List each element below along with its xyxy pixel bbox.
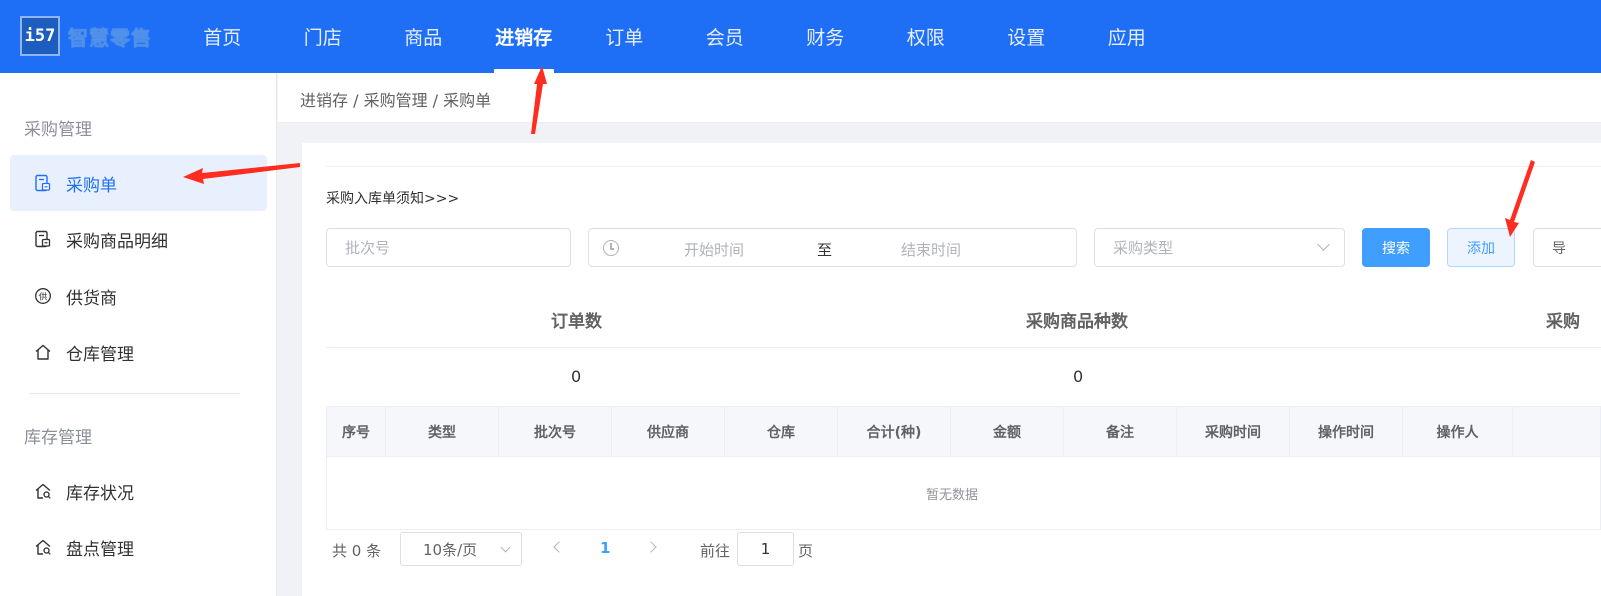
- sidebar-item-label: 仓库管理: [66, 344, 134, 365]
- sidebar-item-label: 供货商: [66, 288, 117, 309]
- prev-page-icon[interactable]: [553, 541, 565, 553]
- column-header: 操作人: [1403, 407, 1513, 457]
- nav-item-stores[interactable]: 门店: [273, 0, 374, 73]
- pagination-total: 共 0 条: [332, 542, 382, 560]
- sidebar-item-purchase-detail[interactable]: 采购商品明细: [10, 211, 267, 267]
- end-date-input[interactable]: 结束时间: [901, 239, 961, 260]
- supplier-icon: 供: [34, 287, 52, 305]
- column-header: 供应商: [612, 407, 725, 457]
- breadcrumb-bar: 进销存 / 采购管理 / 采购单: [278, 73, 1601, 123]
- divider: [326, 166, 1601, 167]
- sidebar-item-supplier[interactable]: 供 供货商: [10, 268, 267, 324]
- chevron-down-icon: [500, 542, 511, 553]
- column-header: 类型: [386, 407, 499, 457]
- nav-item-finance[interactable]: 财务: [775, 0, 876, 73]
- date-range-separator: 至: [817, 241, 833, 259]
- column-header: 仓库: [725, 407, 838, 457]
- nav-item-settings[interactable]: 设置: [976, 0, 1077, 73]
- date-range-picker[interactable]: 开始时间 至 结束时间: [588, 228, 1077, 267]
- home-search-icon: [34, 482, 52, 500]
- goto-page-input[interactable]: 1: [737, 532, 794, 566]
- brand-name: 智慧零售: [68, 25, 152, 50]
- page-size-select[interactable]: 10条/页: [400, 532, 522, 566]
- sidebar-item-purchase-order[interactable]: 采购单: [10, 155, 267, 211]
- column-header: 序号: [327, 407, 386, 457]
- next-page-icon[interactable]: [645, 541, 657, 553]
- column-header: 批次号: [499, 407, 612, 457]
- sidebar-item-stocktaking[interactable]: 盘点管理: [10, 519, 267, 575]
- document-icon: [34, 174, 52, 192]
- column-header: 操作时间: [1290, 407, 1403, 457]
- home-search-icon: [34, 538, 52, 556]
- breadcrumb[interactable]: 进销存 / 采购管理 / 采购单: [300, 87, 491, 111]
- column-header: 采购时间: [1177, 407, 1290, 457]
- goto-label: 前往: [700, 542, 731, 560]
- page-number[interactable]: 1: [600, 539, 610, 557]
- logo[interactable]: i57 智慧零售: [20, 16, 152, 56]
- purchase-type-select[interactable]: 采购类型: [1094, 228, 1345, 267]
- sidebar-item-label: 采购商品明细: [66, 231, 168, 252]
- nav-item-apps[interactable]: 应用: [1077, 0, 1178, 73]
- logo-mark-icon: i57: [20, 16, 60, 56]
- sidebar-group-purchase: 采购管理: [24, 120, 92, 140]
- stat-product-kinds-value: 0: [1073, 367, 1084, 386]
- svg-text:供: 供: [39, 291, 48, 302]
- search-button[interactable]: 搜索: [1362, 228, 1430, 267]
- stat-purchase-label: 采购: [1546, 312, 1580, 332]
- sidebar-group-stock: 库存管理: [24, 428, 92, 448]
- nav-item-members[interactable]: 会员: [675, 0, 776, 73]
- purchase-type-placeholder: 采购类型: [1113, 239, 1174, 257]
- stat-order-count-value: 0: [571, 367, 582, 386]
- page-size-value: 10条/页: [423, 540, 478, 559]
- nav-item-inventory[interactable]: 进销存: [474, 0, 575, 73]
- purchase-table: 序号 类型 批次号 供应商 仓库 合计(种) 金额 备注 采购时间 操作时间 操…: [326, 406, 1601, 530]
- nav-item-products[interactable]: 商品: [373, 0, 474, 73]
- goto-unit-label: 页: [798, 542, 814, 560]
- home-icon: [34, 343, 52, 361]
- divider: [326, 347, 1601, 348]
- add-button[interactable]: 添加: [1447, 228, 1515, 267]
- table-header: 序号 类型 批次号 供应商 仓库 合计(种) 金额 备注 采购时间 操作时间 操…: [327, 407, 1600, 457]
- main-nav: 首页 门店 商品 进销存 订单 会员 财务 权限 设置 应用: [172, 0, 1177, 73]
- stat-product-kinds-label: 采购商品种数: [1026, 312, 1128, 332]
- sidebar-item-label: 库存状况: [66, 483, 134, 504]
- nav-item-home[interactable]: 首页: [172, 0, 273, 73]
- sidebar-item-warehouse[interactable]: 仓库管理: [10, 324, 267, 380]
- top-nav-bar: i57 智慧零售 首页 门店 商品 进销存 订单 会员 财务 权限 设置 应用: [0, 0, 1601, 73]
- clock-icon: [603, 240, 619, 256]
- column-header: 备注: [1064, 407, 1177, 457]
- sidebar-item-label: 盘点管理: [66, 539, 134, 560]
- column-header: 金额: [951, 407, 1064, 457]
- column-header: 合计(种): [838, 407, 951, 457]
- export-button[interactable]: 导: [1533, 228, 1601, 267]
- empty-state: 暂无数据: [925, 487, 978, 503]
- nav-item-permissions[interactable]: 权限: [876, 0, 977, 73]
- column-header: [1513, 407, 1601, 457]
- chevron-down-icon: [1317, 238, 1330, 251]
- start-date-input[interactable]: 开始时间: [684, 239, 744, 260]
- sidebar-item-stock-status[interactable]: 库存状况: [10, 463, 267, 519]
- sidebar: 采购管理 采购单 采购商品明细 供 供货商 仓库管理 库存管理 库存状况 盘点管…: [0, 73, 277, 596]
- stat-order-count-label: 订单数: [551, 312, 602, 332]
- purchase-notice-link[interactable]: 采购入库单须知>>>: [326, 188, 459, 208]
- nav-item-orders[interactable]: 订单: [574, 0, 675, 73]
- sidebar-divider: [30, 393, 240, 394]
- document-icon: [34, 230, 52, 248]
- batch-number-input[interactable]: 批次号: [326, 228, 571, 267]
- main-card: 采购入库单须知>>> 批次号 开始时间 至 结束时间 采购类型 搜索 添加 导 …: [302, 143, 1601, 596]
- sidebar-item-label: 采购单: [66, 175, 117, 196]
